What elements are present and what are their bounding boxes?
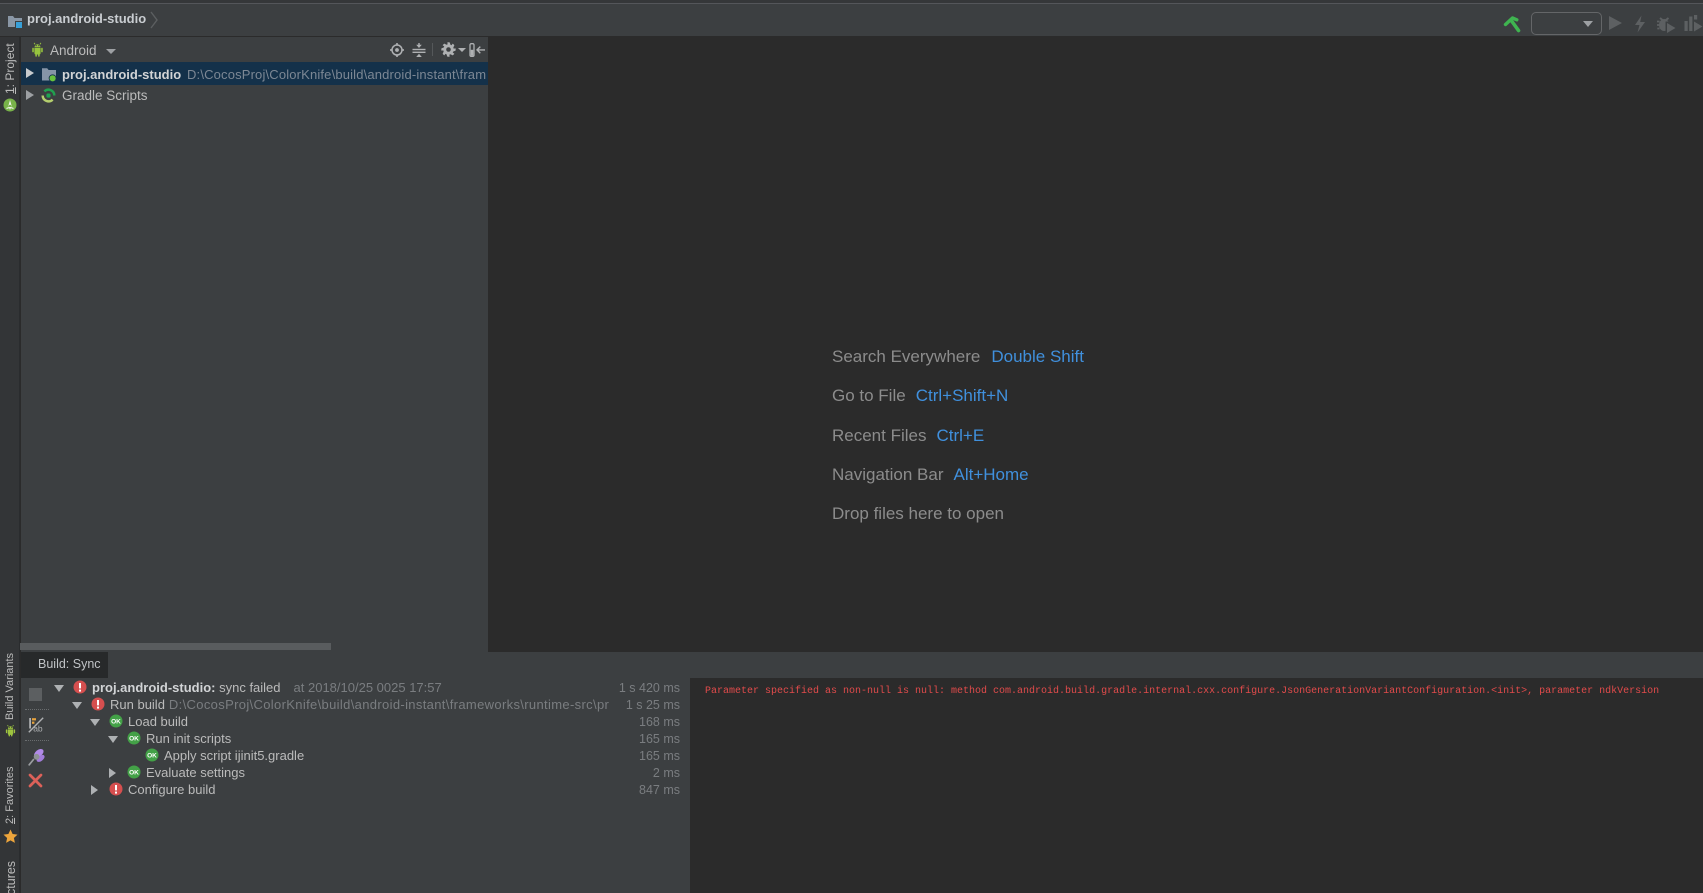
svg-text:ab: ab <box>33 724 43 734</box>
svg-text:OK: OK <box>147 753 157 760</box>
svg-text:OK: OK <box>129 770 139 777</box>
svg-text:OK: OK <box>111 719 121 726</box>
svg-text:OK: OK <box>129 736 139 743</box>
